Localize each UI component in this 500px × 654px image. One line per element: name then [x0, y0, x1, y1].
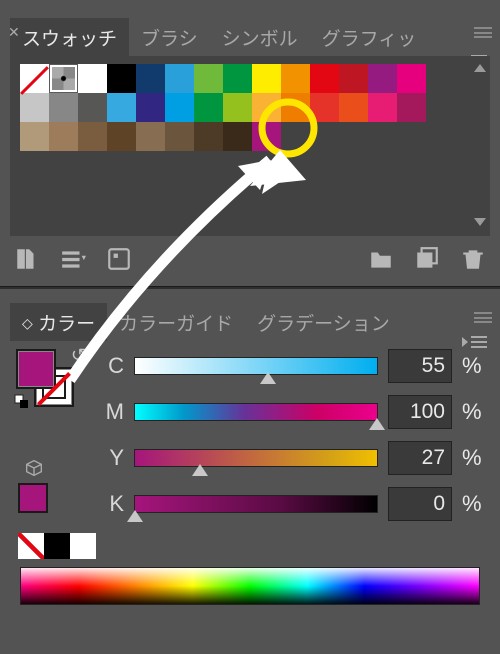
percent-label: % [462, 399, 488, 425]
swatch[interactable] [310, 93, 339, 122]
swatch[interactable] [165, 64, 194, 93]
swap-fill-stroke-icon[interactable]: ↺ [71, 345, 86, 366]
tab-brushes[interactable]: ブラシ [129, 18, 210, 56]
white-color[interactable] [70, 533, 96, 559]
swatch[interactable] [136, 93, 165, 122]
swatch[interactable] [78, 122, 107, 151]
swatch[interactable] [20, 93, 49, 122]
swatch[interactable] [107, 122, 136, 151]
percent-label: % [462, 353, 488, 379]
channel-value[interactable]: 27 [388, 441, 452, 475]
swatch[interactable] [252, 64, 281, 93]
swatch[interactable] [78, 64, 107, 93]
swatch[interactable] [136, 64, 165, 93]
panel-divider [0, 286, 500, 289]
swatch[interactable] [223, 64, 252, 93]
show-kinds-menu-icon[interactable] [60, 246, 86, 272]
new-swatch-icon[interactable] [414, 246, 440, 272]
new-color-group-icon[interactable] [368, 246, 394, 272]
tab-swatches[interactable]: スウォッチ [10, 18, 129, 56]
swatches-toolbar [14, 242, 486, 276]
swatch[interactable] [281, 64, 310, 93]
collapse-grip-icon[interactable] [474, 27, 492, 38]
channel-label: K [100, 491, 124, 517]
tab-gradient[interactable]: グラデーション [245, 303, 402, 341]
swatch[interactable] [310, 64, 339, 93]
none-color[interactable] [18, 533, 44, 559]
channel-slider[interactable] [134, 357, 378, 375]
quick-colors [18, 533, 488, 559]
swatch[interactable] [49, 64, 78, 93]
fill-box[interactable] [16, 349, 56, 389]
tab-symbols[interactable]: シンボル [210, 18, 310, 56]
channel-slider[interactable] [134, 495, 378, 513]
channel-Y: Y 27% [100, 435, 488, 481]
swatch[interactable] [368, 93, 397, 122]
collapse-grip-icon[interactable] [474, 312, 492, 323]
channel-M: M 100% [100, 389, 488, 435]
channel-value[interactable]: 55 [388, 349, 452, 383]
swatch-libraries-icon[interactable] [14, 246, 40, 272]
channel-label: M [100, 399, 124, 425]
swatch[interactable] [223, 122, 252, 151]
swatch[interactable] [368, 64, 397, 93]
swatch[interactable] [397, 93, 426, 122]
swatch[interactable] [194, 64, 223, 93]
swatch[interactable] [165, 93, 194, 122]
tab-graphic[interactable]: グラフィッ [310, 18, 429, 56]
color-tabs: ◇ カラー カラーガイド グラデーション [10, 307, 500, 341]
swatch[interactable] [281, 93, 310, 122]
swatch[interactable] [397, 64, 426, 93]
channel-K: K 0% [100, 481, 488, 527]
tab-color[interactable]: ◇ カラー [10, 303, 107, 341]
swatch[interactable] [78, 93, 107, 122]
swatch-options-icon[interactable] [106, 246, 132, 272]
swatch-grid [10, 56, 490, 236]
swatch[interactable] [339, 93, 368, 122]
swatch-scrollbar[interactable] [472, 64, 488, 226]
swatch[interactable] [252, 122, 281, 151]
color-panel: ◇ カラー カラーガイド グラデーション ↺ C 55% M 100% Y 27% K 0% [0, 307, 500, 625]
panel-menu-icon[interactable] [462, 333, 488, 351]
percent-label: % [462, 445, 488, 471]
color-body: ↺ C 55% M 100% Y 27% K 0% [0, 341, 500, 625]
channel-label: Y [100, 445, 124, 471]
swatch[interactable] [339, 64, 368, 93]
swatch[interactable] [165, 122, 194, 151]
default-fill-stroke-icon[interactable] [14, 394, 30, 415]
black-color[interactable] [44, 533, 70, 559]
swatch[interactable] [107, 64, 136, 93]
cube-3d-icon[interactable] [22, 457, 46, 479]
channel-slider[interactable] [134, 403, 378, 421]
swatches-panel: ✕ スウォッチ ブラシ シンボル グラフィッ [0, 22, 500, 276]
swatch[interactable] [49, 122, 78, 151]
trash-icon[interactable] [460, 246, 486, 272]
channel-slider[interactable] [134, 449, 378, 467]
tab-color-guide[interactable]: カラーガイド [107, 303, 245, 341]
swatch[interactable] [20, 122, 49, 151]
close-icon[interactable]: ✕ [8, 24, 20, 41]
channel-value[interactable]: 100 [388, 395, 452, 429]
percent-label: % [462, 491, 488, 517]
fill-stroke-control[interactable]: ↺ [16, 349, 72, 401]
swatch[interactable] [252, 93, 281, 122]
swatch[interactable] [194, 122, 223, 151]
color-spectrum[interactable] [20, 567, 480, 605]
proxy-swatch[interactable] [18, 483, 48, 513]
swatch[interactable] [136, 122, 165, 151]
channel-C: C 55% [100, 343, 488, 389]
channel-label: C [100, 353, 124, 379]
swatch[interactable] [49, 93, 78, 122]
channel-value[interactable]: 0 [388, 487, 452, 521]
swatch[interactable] [194, 93, 223, 122]
swatch[interactable] [223, 93, 252, 122]
swatches-tabs: スウォッチ ブラシ シンボル グラフィッ [10, 22, 500, 56]
swatch[interactable] [107, 93, 136, 122]
swatch[interactable] [20, 64, 49, 93]
